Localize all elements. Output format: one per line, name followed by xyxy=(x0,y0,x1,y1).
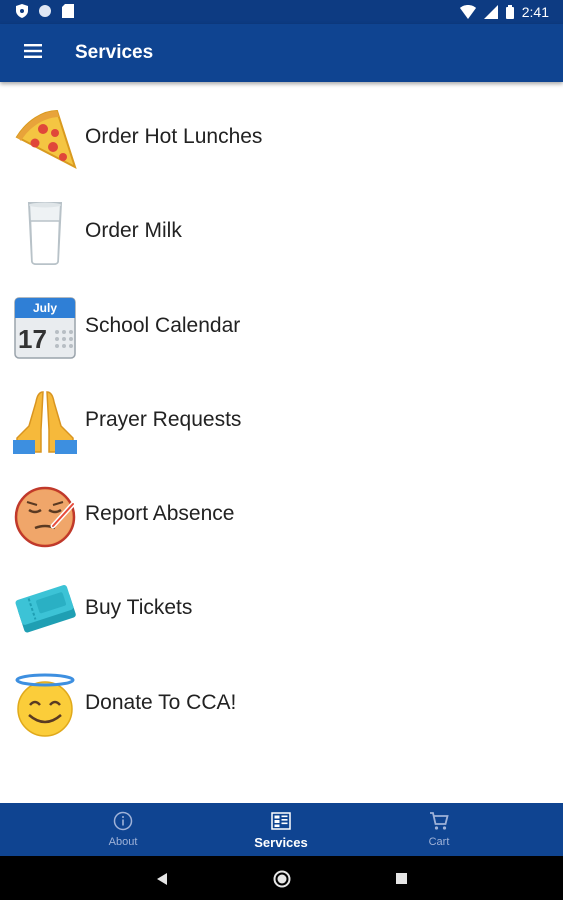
wifi-icon xyxy=(459,5,476,19)
service-label: Order Milk xyxy=(85,219,182,243)
service-order-hot-lunches[interactable]: Order Hot Lunches xyxy=(0,90,563,184)
service-label: Report Absence xyxy=(85,502,235,526)
signal-icon xyxy=(483,5,498,19)
service-label: Prayer Requests xyxy=(85,407,242,431)
app-bar: Services xyxy=(0,24,563,82)
status-time: 2:41 xyxy=(521,4,549,20)
service-report-absence[interactable]: Report Absence xyxy=(0,467,563,561)
circle-notification-icon xyxy=(39,5,51,17)
tickets-icon xyxy=(15,585,76,633)
services-list: Order Hot Lunches Order Milk July 17 Sch… xyxy=(0,90,563,750)
calendar-month: July xyxy=(33,301,57,315)
pizza-icon xyxy=(15,109,77,170)
tab-label: About xyxy=(108,836,138,848)
tab-cart[interactable]: Cart xyxy=(379,803,499,856)
battery-icon xyxy=(505,5,514,19)
tab-label: Services xyxy=(254,835,308,850)
service-label: Buy Tickets xyxy=(85,596,193,620)
calendar-day: 17 xyxy=(18,324,47,354)
tab-about[interactable]: About xyxy=(63,803,183,856)
sd-card-icon xyxy=(62,4,74,18)
system-navigation-bar xyxy=(0,856,563,900)
angel-face-icon xyxy=(15,673,75,737)
shield-icon xyxy=(16,4,28,18)
hamburger-menu-icon xyxy=(24,44,42,58)
bottom-navigation: About Services Cart xyxy=(0,803,563,856)
back-icon[interactable] xyxy=(156,872,168,886)
service-buy-tickets[interactable]: Buy Tickets xyxy=(0,561,563,655)
praying-hands-icon xyxy=(13,391,77,454)
page-title: Services xyxy=(75,42,154,63)
services-grid-icon xyxy=(271,812,291,830)
menu-button[interactable] xyxy=(22,42,46,64)
cart-icon xyxy=(430,812,449,830)
calendar-icon: July 17 xyxy=(14,296,76,359)
status-bar: 2:41 xyxy=(0,0,563,24)
home-icon[interactable] xyxy=(273,870,291,888)
tab-services[interactable]: Services xyxy=(221,803,341,856)
service-prayer-requests[interactable]: Prayer Requests xyxy=(0,373,563,467)
tab-label: Cart xyxy=(428,836,450,848)
service-label: Donate To CCA! xyxy=(85,690,237,714)
service-label: Order Hot Lunches xyxy=(85,125,263,148)
service-order-milk[interactable]: Order Milk xyxy=(0,184,563,278)
milk-glass-icon xyxy=(27,202,63,266)
sick-face-icon xyxy=(14,486,76,548)
status-notifications xyxy=(16,4,74,18)
service-label: School Calendar xyxy=(85,313,241,337)
info-icon xyxy=(113,811,133,831)
status-indicators: 2:41 xyxy=(459,4,549,20)
service-school-calendar[interactable]: July 17 School Calendar xyxy=(0,279,563,373)
recent-apps-icon[interactable] xyxy=(395,872,408,885)
service-donate[interactable]: Donate To CCA! xyxy=(0,656,563,750)
